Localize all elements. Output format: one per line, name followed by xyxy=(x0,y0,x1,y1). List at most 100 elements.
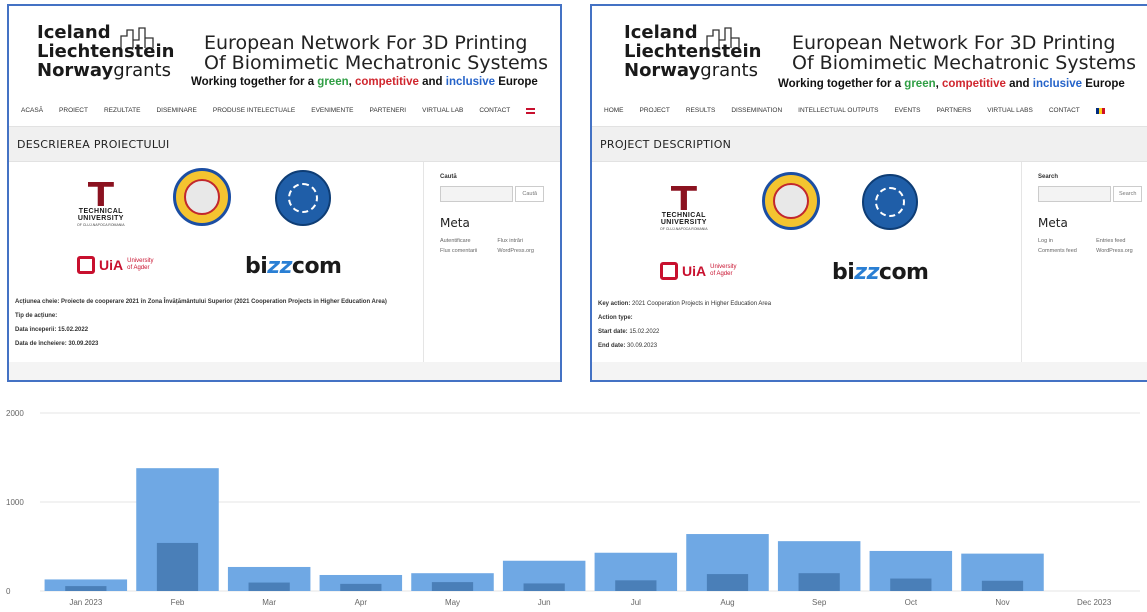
meta-title: Meta xyxy=(1038,216,1068,230)
project-details: Acțiunea cheie: Proiecte de cooperare 20… xyxy=(15,298,415,354)
meta-link-entries-feed[interactable]: Entries feed xyxy=(1096,238,1142,244)
bar-series2-9 xyxy=(890,578,932,591)
nav-item-intellectual-outputs[interactable]: INTELLECTUAL OUTPUTS xyxy=(798,96,878,126)
meta-link-comments-feed[interactable]: Flux comentarii xyxy=(440,248,487,254)
action-type-row: Action type: xyxy=(598,315,633,322)
nav-item-diseminare[interactable]: DISEMINARE xyxy=(156,96,196,126)
bar-series2-4 xyxy=(431,582,474,591)
uia-sub: University of Agder xyxy=(710,264,737,277)
y-tick-label-2: 2000 xyxy=(6,409,24,418)
nav-item-virtual-labs[interactable]: VIRTUAL LABS xyxy=(987,96,1033,126)
sidebar: Caută Caută Meta Autentificare Flux intr… xyxy=(424,162,560,362)
site-header: Iceland Liechtenstein Norwaygrants Europ… xyxy=(592,6,1147,96)
meta-link-login[interactable]: Log in xyxy=(1038,238,1086,244)
main-nav: ACASĂ PROIECT REZULTATE DISEMINARE PRODU… xyxy=(9,96,560,126)
search-label: Caută xyxy=(440,174,457,180)
meta-link-wordpress[interactable]: WordPress.org xyxy=(1096,248,1142,254)
bar-series2-10 xyxy=(981,580,1024,591)
tu-sub: OF CLUJ-NAPOCA ROMANIA xyxy=(660,226,708,231)
brand-grants: grants xyxy=(700,59,758,81)
ro-flag-icon[interactable] xyxy=(1095,108,1105,114)
technical-university-cluj-logo: TECHNICAL UNIVERSITY OF CLUJ-NAPOCA ROMAN… xyxy=(77,182,125,227)
nav-item-home[interactable]: HOME xyxy=(604,96,624,126)
meta-title: Meta xyxy=(440,216,470,230)
project-details: Key action: 2021 Cooperation Projects in… xyxy=(598,300,1013,356)
x-tick-label-6: Jul xyxy=(631,598,641,607)
bar-series2-8 xyxy=(798,573,840,591)
bar-series2-1 xyxy=(156,542,199,591)
politehnica-seal-icon xyxy=(173,168,231,226)
nav-item-parteneri[interactable]: PARTENERI xyxy=(370,96,407,126)
end-date-row: End date: 30.09.2023 xyxy=(598,343,658,350)
meta-link-comments-feed[interactable]: Comments feed xyxy=(1038,248,1086,254)
tu-name: TECHNICAL UNIVERSITY xyxy=(660,212,707,227)
brand-norway: Norway xyxy=(624,59,701,81)
x-tick-label-3: Apr xyxy=(355,598,368,607)
uk-flag-icon[interactable] xyxy=(526,108,536,114)
main-column: TECHNICAL UNIVERSITY OF CLUJ-NAPOCA ROMAN… xyxy=(9,162,424,362)
start-date-row: Start date: 15.02.2022 xyxy=(598,329,660,336)
nav-item-acasa[interactable]: ACASĂ xyxy=(21,96,43,126)
eea-grants-icon xyxy=(120,27,154,48)
bar-series2-7 xyxy=(706,574,749,591)
x-tick-label-1: Feb xyxy=(171,598,185,607)
brand-norway: Norway xyxy=(37,59,114,81)
nav-item-contact[interactable]: CONTACT xyxy=(1049,96,1080,126)
sidebar: Search Search Meta Log in Entries feed C… xyxy=(1022,162,1147,362)
project-title: European Network For 3D Printing Of Biom… xyxy=(204,32,548,74)
nav-item-project[interactable]: PROJECT xyxy=(640,96,670,126)
project-title-line-1: European Network For 3D Printing xyxy=(204,32,528,54)
meta-link-wordpress[interactable]: WordPress.org xyxy=(497,248,544,254)
nav-item-evenimente[interactable]: EVENIMENTE xyxy=(311,96,353,126)
bizzcom-logo: bizzcom xyxy=(832,260,929,285)
nav-item-contact[interactable]: CONTACT xyxy=(479,96,510,126)
x-tick-label-9: Oct xyxy=(905,598,918,607)
meta-links: Log in Entries feed Comments feed WordPr… xyxy=(1038,238,1142,254)
meta-link-entries-feed[interactable]: Flux intrări xyxy=(497,238,544,244)
nav-item-rezultate[interactable]: REZULTATE xyxy=(104,96,140,126)
website-screenshot-romanian: Iceland Liechtenstein Norwaygrants Europ… xyxy=(7,4,562,382)
university-iasi-seal-icon xyxy=(275,170,331,226)
nav-item-events[interactable]: EVENTS xyxy=(894,96,920,126)
x-tick-label-7: Aug xyxy=(720,598,734,607)
y-tick-label-1: 1000 xyxy=(6,498,24,507)
bar-series2-2 xyxy=(248,582,290,591)
search-input[interactable] xyxy=(440,186,514,202)
search-button[interactable]: Search xyxy=(1113,186,1142,202)
technical-university-cluj-logo: TECHNICAL UNIVERSITY OF CLUJ-NAPOCA ROMAN… xyxy=(660,186,708,231)
tu-mark-icon xyxy=(670,186,697,210)
x-tick-label-10: Nov xyxy=(995,598,1009,607)
nav-item-produse-intelectuale[interactable]: PRODUSE INTELECTUALE xyxy=(213,96,295,126)
main-nav: HOME PROJECT RESULTS DISSEMINATION INTEL… xyxy=(592,96,1147,126)
search-row: Search xyxy=(1038,186,1142,202)
uia-text: UiA xyxy=(682,263,707,279)
project-tagline: Working together for a green, competitiv… xyxy=(191,76,538,88)
x-tick-label-11: Dec 2023 xyxy=(1077,598,1112,607)
page-title: DESCRIEREA PROIECTULUI xyxy=(9,126,560,162)
tu-name: TECHNICAL UNIVERSITY xyxy=(77,208,124,223)
meta-link-login[interactable]: Autentificare xyxy=(440,238,487,244)
monthly-bar-chart: 0 1000 2000 Jan 2023 Feb Mar Apr May Jun Jul Aug Se… xyxy=(0,395,1147,607)
website-screenshot-english: Iceland Liechtenstein Norwaygrants Europ… xyxy=(590,4,1147,382)
y-tick-label-0: 0 xyxy=(6,587,11,596)
uia-logo: UiA University of Agder xyxy=(660,262,736,280)
search-row: Caută xyxy=(440,186,544,202)
uia-mark-icon xyxy=(77,256,95,274)
uia-text: UiA xyxy=(99,257,124,273)
nav-item-dissemination[interactable]: DISSEMINATION xyxy=(731,96,782,126)
nav-item-partners[interactable]: PARTNERS xyxy=(936,96,971,126)
site-header: Iceland Liechtenstein Norwaygrants Europ… xyxy=(9,6,560,96)
nav-item-virtual-lab[interactable]: VIRTUAL LAB xyxy=(422,96,463,126)
chart-svg: 0 1000 2000 Jan 2023 Feb Mar Apr May Jun Jul Aug Se… xyxy=(6,409,1140,607)
key-action-row: Key action: 2021 Cooperation Projects in… xyxy=(598,301,772,307)
nav-item-results[interactable]: RESULTS xyxy=(686,96,716,126)
nav-item-proiect[interactable]: PROIECT xyxy=(59,96,88,126)
uia-sub: University of Agder xyxy=(127,258,154,271)
content-area: TECHNICAL UNIVERSITY OF CLUJ-NAPOCA ROMAN… xyxy=(9,162,560,362)
x-tick-label-8: Sep xyxy=(812,598,827,607)
search-input[interactable] xyxy=(1038,186,1112,202)
search-button[interactable]: Caută xyxy=(515,186,544,202)
bizzcom-logo: bizzcom xyxy=(245,254,342,279)
tu-mark-icon xyxy=(87,182,114,206)
x-tick-label-2: Mar xyxy=(262,598,276,607)
